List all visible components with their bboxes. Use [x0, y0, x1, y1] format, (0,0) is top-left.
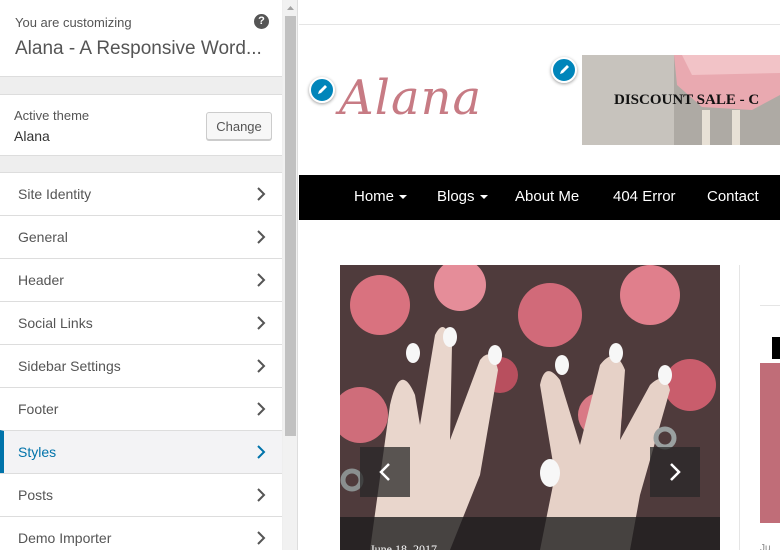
chevron-right-icon	[257, 531, 266, 545]
nav-label: Contact	[707, 188, 759, 205]
slider-next-button[interactable]	[650, 447, 700, 497]
nav-item-about-me[interactable]: About Me	[515, 188, 579, 205]
sidebar-post-card[interactable]: Ju	[739, 265, 780, 550]
scrollbar-thumb[interactable]	[285, 16, 296, 436]
header-banner-ad[interactable]: DISCOUNT SALE - C	[582, 55, 780, 145]
section-site-identity[interactable]: Site Identity	[0, 172, 282, 215]
scroll-up-arrow-icon[interactable]	[283, 2, 298, 14]
active-theme-name: Alana	[14, 128, 50, 144]
edit-banner-shortcut[interactable]	[551, 57, 577, 83]
section-label: Demo Importer	[18, 530, 112, 546]
nav-label: Blogs	[437, 188, 475, 205]
card-label-box	[772, 337, 780, 359]
section-label: Sidebar Settings	[18, 358, 121, 374]
site-logo[interactable]: Alana	[339, 70, 482, 126]
section-header[interactable]: Header	[0, 258, 282, 301]
section-label: Posts	[18, 487, 54, 503]
help-icon[interactable]: ?	[254, 14, 269, 29]
section-label: Styles	[18, 444, 57, 460]
main-navigation: Home Blogs About Me 404 Error Contact	[299, 175, 780, 220]
active-theme-section: Active theme Alana Change	[0, 94, 282, 156]
customizing-label: You are customizing	[15, 15, 132, 30]
nav-item-blogs[interactable]: Blogs	[437, 188, 488, 205]
section-styles[interactable]: Styles	[0, 430, 282, 473]
banner-text: DISCOUNT SALE - C	[614, 92, 760, 108]
nav-label: 404 Error	[613, 188, 676, 205]
pencil-icon	[560, 65, 569, 74]
nav-item-contact[interactable]: Contact	[707, 188, 759, 205]
section-label: General	[18, 229, 68, 245]
chevron-right-icon	[257, 273, 266, 287]
nav-item-404-error[interactable]: 404 Error	[613, 188, 676, 205]
nav-label: Home	[354, 188, 395, 205]
pencil-icon	[318, 85, 327, 94]
section-label: Header	[18, 272, 64, 288]
slide-date: June 18, 2017	[370, 542, 437, 550]
section-social-links[interactable]: Social Links	[0, 301, 282, 344]
section-sidebar-settings[interactable]: Sidebar Settings	[0, 344, 282, 387]
nav-item-home[interactable]: Home	[354, 188, 408, 205]
caret-down-icon	[399, 195, 408, 200]
section-posts[interactable]: Posts	[0, 473, 282, 516]
header-divider	[299, 24, 780, 25]
section-label: Site Identity	[18, 186, 92, 202]
section-label: Social Links	[18, 315, 93, 331]
chevron-right-icon	[257, 316, 266, 330]
section-list: Site Identity General Header Social Link…	[0, 172, 282, 550]
slider-prev-button[interactable]	[360, 447, 410, 497]
chevron-left-icon	[379, 463, 390, 481]
active-theme-label: Active theme	[14, 108, 90, 123]
chevron-right-icon	[257, 445, 266, 459]
chevron-right-icon	[257, 402, 266, 416]
slide-image	[340, 265, 720, 550]
card-divider	[760, 305, 780, 306]
featured-slider[interactable]: June 18, 2017	[340, 265, 720, 550]
chevron-right-icon	[257, 230, 266, 244]
section-label: Footer	[18, 401, 59, 417]
chevron-right-icon	[670, 463, 681, 481]
panel-scrollbar[interactable]	[283, 0, 298, 550]
card-date: Ju	[760, 543, 771, 550]
section-general[interactable]: General	[0, 215, 282, 258]
site-title: Alana - A Responsive Word...	[15, 38, 262, 59]
site-preview: Alana DISCOUNT SALE - C Home Blogs About…	[299, 0, 780, 550]
edit-logo-shortcut[interactable]	[309, 77, 335, 103]
section-footer[interactable]: Footer	[0, 387, 282, 430]
chevron-right-icon	[257, 187, 266, 201]
nav-label: About Me	[515, 188, 580, 205]
chevron-right-icon	[257, 359, 266, 373]
change-theme-button[interactable]: Change	[206, 112, 272, 140]
customizer-panel: You are customizing Alana - A Responsive…	[0, 0, 298, 550]
customizer-info: You are customizing Alana - A Responsive…	[0, 0, 282, 77]
card-thumbnail	[760, 363, 780, 523]
chevron-right-icon	[257, 488, 266, 502]
customizer-content: You are customizing Alana - A Responsive…	[0, 0, 282, 550]
section-demo-importer[interactable]: Demo Importer	[0, 516, 282, 550]
caret-down-icon	[479, 195, 488, 200]
